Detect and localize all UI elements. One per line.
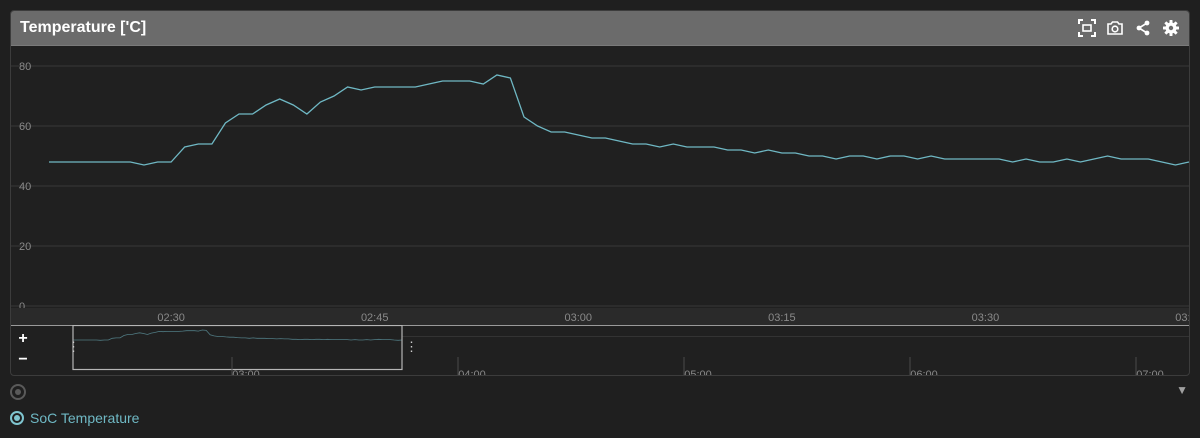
navigator-right-handle[interactable]: ⋮ (405, 339, 418, 354)
select-all-radio-dot (15, 389, 21, 395)
navigator[interactable]: ⋮ ⋮ 03:00 04:00 05:00 06:00 07:00 (11, 325, 1189, 375)
legend-radio-icon (10, 411, 24, 425)
navigator-series-line (73, 329, 403, 341)
x-tick-label: 03:30 (972, 312, 1000, 324)
navigator-tick-label: 06:00 (910, 369, 938, 375)
legend-label: SoC Temperature (30, 410, 140, 426)
legend-radio-dot (14, 415, 20, 421)
chevron-down-icon[interactable]: ▼ (1176, 383, 1188, 397)
line-chart[interactable]: 020406080 02:3002:4503:0003:1503:3003:45 (11, 46, 1189, 326)
series-soc-temperature (49, 74, 1189, 166)
series-line (49, 74, 1189, 166)
select-all-radio[interactable] (10, 384, 26, 400)
legend-item-soc-temperature[interactable]: SoC Temperature (10, 410, 139, 426)
navigator-selection[interactable] (72, 325, 403, 371)
navigator-tick-label: 05:00 (684, 369, 712, 375)
camera-icon[interactable] (1105, 18, 1125, 38)
x-axis-band (11, 308, 1189, 326)
gear-icon[interactable] (1161, 18, 1181, 38)
panel-header: Temperature ['C] (11, 11, 1189, 46)
y-axis-labels: 020406080 (19, 61, 31, 313)
panel-title: Temperature ['C] (20, 19, 147, 36)
legend-controls: ▼ (10, 382, 1188, 402)
y-tick-label: 60 (19, 121, 31, 133)
navigator-tick-label: 04:00 (458, 369, 486, 375)
x-tick-label: 02:30 (157, 312, 185, 324)
x-tick-label: 02:45 (361, 312, 389, 324)
fullscreen-icon[interactable] (1077, 18, 1097, 38)
chart-panel: Temperature ['C] 0 20 40 60 80 02:30 02:… (10, 10, 1190, 376)
x-tick-label: 03:00 (565, 312, 593, 324)
navigator-series (73, 329, 1189, 341)
zoom-out-button[interactable]: − (11, 350, 35, 370)
panel-toolbar (1077, 18, 1181, 38)
x-tick-label: 03:45 (1175, 312, 1189, 324)
y-tick-label: 80 (19, 61, 31, 73)
navigator-tick-label: 03:00 (232, 369, 260, 375)
y-tick-label: 40 (19, 181, 31, 193)
y-tick-label: 20 (19, 241, 31, 253)
navigator-ticks: 03:00 04:00 05:00 06:00 07:00 (231, 357, 1164, 375)
chart-grid (11, 65, 1189, 307)
share-icon[interactable] (1133, 18, 1153, 38)
zoom-in-button[interactable]: + (11, 329, 35, 349)
navigator-tick-label: 07:00 (1136, 369, 1164, 375)
x-tick-label: 03:15 (768, 312, 796, 324)
navigator-left-handle[interactable]: ⋮ (67, 339, 80, 354)
